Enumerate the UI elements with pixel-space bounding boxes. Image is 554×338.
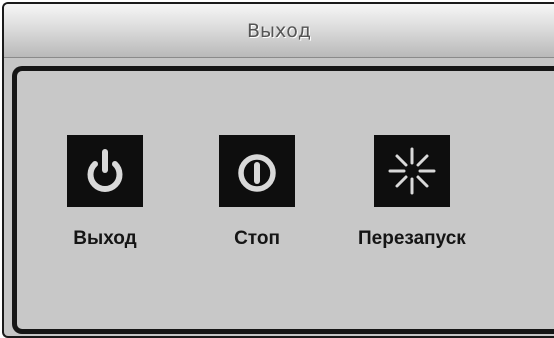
restart-icon[interactable] [373,135,450,207]
restart-button[interactable]: Перезапуск [358,135,466,250]
power-icon[interactable] [67,135,143,207]
exit-label: Выход [73,228,137,249]
stop-label: Стоп [234,228,280,249]
stop-icon[interactable] [219,135,295,207]
exit-dialog: Выход Выход Стоп Перезапуск [2,2,554,338]
restart-label: Перезапуск [358,228,466,249]
stop-button[interactable]: Стоп [219,135,295,250]
dialog-content-panel: Выход Стоп Перезапуск [12,66,554,334]
exit-button[interactable]: Выход [67,135,143,250]
dialog-titlebar: Выход [4,4,554,58]
dialog-title: Выход [246,20,312,42]
